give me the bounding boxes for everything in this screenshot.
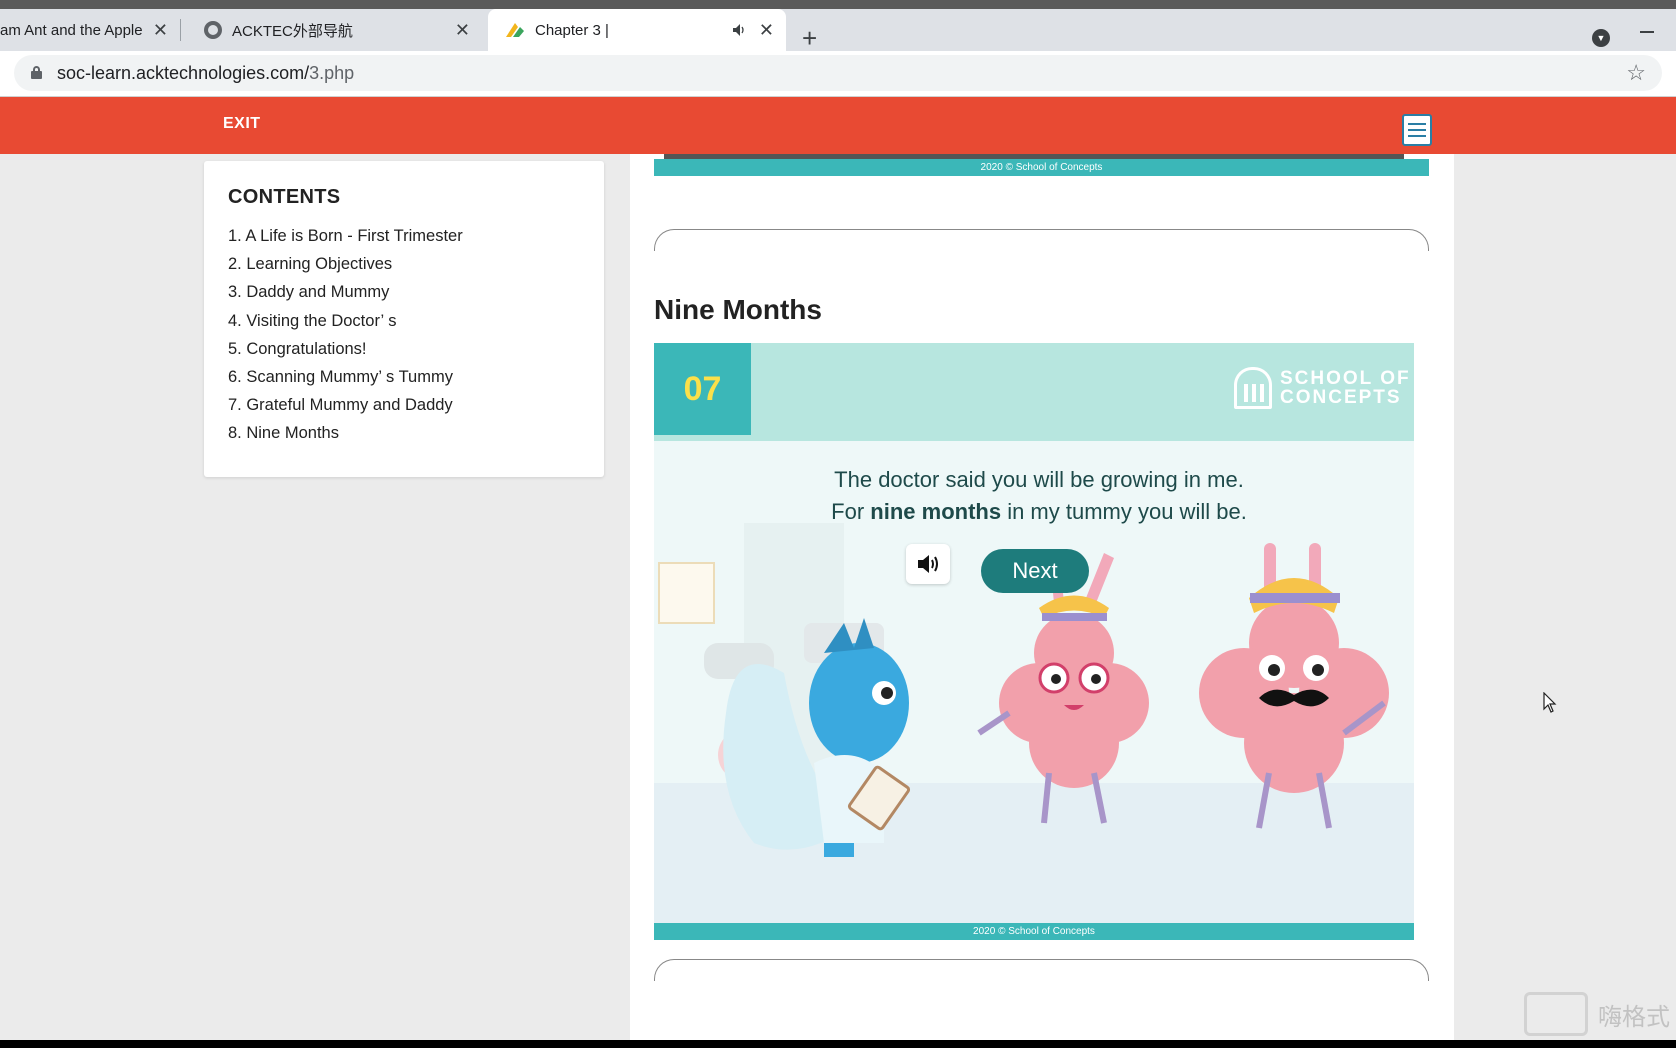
section-divider bbox=[654, 229, 1429, 251]
course-header: EXIT bbox=[0, 97, 1676, 154]
bookmark-star-icon[interactable]: ☆ bbox=[1626, 60, 1646, 86]
main-content: 2020 © School of Concepts Nine Months 07… bbox=[630, 154, 1454, 1048]
tab-bar: am Ant and the Apple ✕ ACKTEC外部导航 ✕ Chap… bbox=[0, 9, 1676, 52]
narration-line-1: The doctor said you will be growing in m… bbox=[834, 467, 1244, 492]
section-divider bbox=[654, 959, 1429, 981]
url-text[interactable]: soc-learn.acktechnologies.com/3.php bbox=[57, 63, 354, 84]
section-title: Nine Months bbox=[654, 294, 822, 325]
previous-slide-bottom: 2020 © School of Concepts bbox=[654, 154, 1429, 176]
address-bar: soc-learn.acktechnologies.com/3.php ☆ bbox=[0, 51, 1676, 97]
contents-item[interactable]: 7. Grateful Mummy and Daddy bbox=[228, 391, 580, 419]
next-button[interactable]: Next bbox=[981, 549, 1089, 593]
slide-header: 07 SCHOOL OF CONCEPTS bbox=[654, 343, 1414, 441]
contents-item[interactable]: 5. Congratulations! bbox=[228, 335, 580, 363]
narration-line-2: For nine months in my tummy you will be. bbox=[831, 499, 1247, 524]
play-audio-button[interactable] bbox=[906, 544, 950, 584]
close-icon[interactable]: ✕ bbox=[455, 20, 470, 41]
school-building-icon bbox=[1234, 367, 1272, 409]
tab-title: ACKTEC外部导航 bbox=[232, 22, 353, 40]
slide-copyright: 2020 © School of Concepts bbox=[654, 923, 1414, 940]
taskbar-edge bbox=[0, 1040, 1676, 1048]
contents-item[interactable]: 2. Learning Objectives bbox=[228, 250, 580, 278]
contents-title: CONTENTS bbox=[228, 186, 341, 208]
slide: 07 SCHOOL OF CONCEPTS The doctor said yo… bbox=[654, 343, 1414, 940]
omnibox[interactable]: soc-learn.acktechnologies.com/3.php ☆ bbox=[14, 55, 1662, 91]
globe-icon bbox=[204, 21, 222, 39]
window-top-edge bbox=[0, 0, 1676, 9]
contents-item[interactable]: 1. A Life is Born - First Trimester bbox=[228, 222, 580, 250]
logo-line-1: SCHOOL OF bbox=[1280, 368, 1411, 389]
site-favicon-icon bbox=[506, 23, 524, 37]
tab-search-icon[interactable]: ▼ bbox=[1592, 29, 1610, 47]
contents-list: 1. A Life is Born - First Trimester 2. L… bbox=[228, 222, 580, 448]
slide-narration: The doctor said you will be growing in m… bbox=[654, 464, 1414, 528]
mouse-cursor-icon bbox=[1543, 692, 1557, 713]
recorder-watermark: 嗨格式 bbox=[1524, 992, 1670, 1036]
lock-icon[interactable] bbox=[31, 66, 42, 79]
recorder-logo-icon bbox=[1524, 992, 1588, 1036]
tab-chapter-3[interactable]: Chapter 3 | ✕ bbox=[488, 9, 786, 51]
url-path: 3.php bbox=[309, 63, 355, 83]
contents-panel: CONTENTS 1. A Life is Born - First Trime… bbox=[204, 161, 604, 477]
tab-separator bbox=[180, 19, 181, 41]
tab-ant-and-apple[interactable]: am Ant and the Apple ✕ bbox=[0, 9, 181, 51]
slide-number: 07 bbox=[654, 343, 751, 435]
audio-playing-icon[interactable] bbox=[732, 23, 746, 37]
school-of-concepts-logo: SCHOOL OF CONCEPTS bbox=[1234, 367, 1411, 409]
new-tab-button[interactable]: + bbox=[802, 24, 817, 52]
previous-slide-copyright: 2020 © School of Concepts bbox=[654, 159, 1429, 176]
contents-item[interactable]: 3. Daddy and Mummy bbox=[228, 278, 580, 306]
tab-acktec[interactable]: ACKTEC外部导航 ✕ bbox=[190, 9, 482, 51]
contents-item[interactable]: 4. Visiting the Doctor’ s bbox=[228, 307, 580, 335]
watermark-text: 嗨格式 bbox=[1598, 1003, 1670, 1031]
exit-button[interactable]: EXIT bbox=[223, 115, 261, 133]
contents-item[interactable]: 8. Nine Months bbox=[228, 419, 580, 447]
speaker-icon bbox=[918, 555, 938, 573]
notes-icon[interactable] bbox=[1402, 114, 1432, 146]
url-host: soc-learn.acktechnologies.com/ bbox=[57, 63, 310, 83]
tab-title: am Ant and the Apple bbox=[0, 21, 143, 39]
close-icon[interactable]: ✕ bbox=[759, 20, 774, 41]
logo-line-2: CONCEPTS bbox=[1280, 387, 1402, 408]
close-icon[interactable]: ✕ bbox=[153, 20, 168, 41]
tab-title: Chapter 3 | bbox=[535, 21, 609, 39]
contents-item[interactable]: 6. Scanning Mummy’ s Tummy bbox=[228, 363, 580, 391]
minimize-icon[interactable] bbox=[1640, 31, 1654, 33]
